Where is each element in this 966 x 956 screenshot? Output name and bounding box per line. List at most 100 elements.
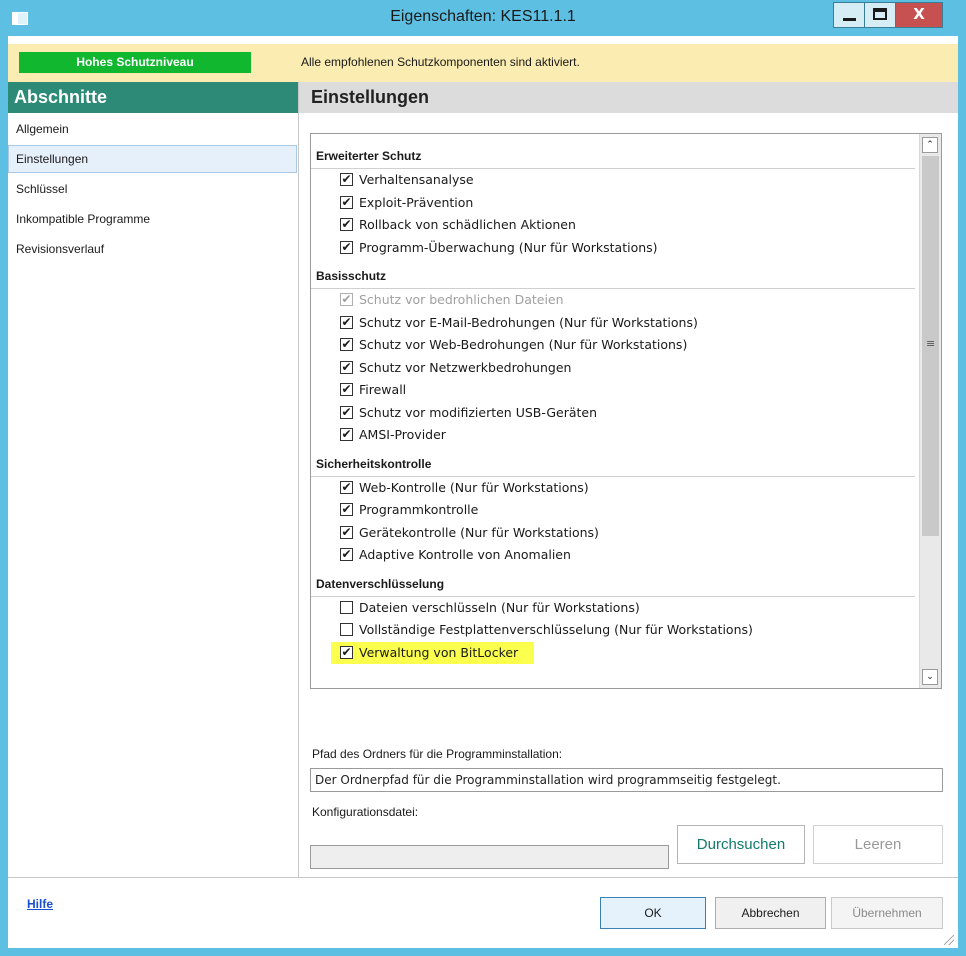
install-path-label: Pfad des Ordners für die Programminstall… xyxy=(312,747,563,761)
checkbox[interactable]: ✔ xyxy=(340,218,353,231)
checkmark-icon: ✔ xyxy=(341,217,352,231)
checkbox[interactable]: ✔ xyxy=(340,524,353,539)
maximize-button[interactable] xyxy=(864,2,896,28)
component-option[interactable]: ✔ Verwaltung von BitLocker xyxy=(311,641,941,665)
checkbox[interactable]: ✔ xyxy=(340,314,353,329)
checkbox[interactable]: ✔ xyxy=(340,383,353,396)
scroll-down-button[interactable]: ⌄ xyxy=(922,669,938,685)
sidebar-item[interactable]: Einstellungen xyxy=(8,145,297,173)
section-heading: Datenverschlüsselung xyxy=(311,572,915,597)
option-label: Verwaltung von BitLocker xyxy=(359,644,519,660)
chevron-up-icon: ⌃ xyxy=(926,140,934,150)
checkbox[interactable] xyxy=(340,600,353,614)
close-icon: X xyxy=(913,5,925,23)
components-options: Erweiterter Schutz ✔ Verhaltensanalyse ✔ Exp… xyxy=(311,144,941,664)
section-heading: Basisschutz xyxy=(311,264,915,289)
component-option[interactable]: ✔ Gerätekontrolle (Nur für Workstations) xyxy=(311,522,941,545)
checkmark-icon: ✔ xyxy=(341,314,352,329)
config-file-label: Konfigurationsdatei: xyxy=(312,805,419,819)
component-option[interactable]: ✔ Adaptive Kontrolle von Anomalien xyxy=(311,544,941,567)
checkbox[interactable]: ✔ xyxy=(340,548,353,561)
checkbox[interactable] xyxy=(340,623,353,636)
scroll-up-button[interactable]: ⌃ xyxy=(922,137,938,153)
option-label: Vollständige Festplattenverschlüsselung … xyxy=(359,622,753,637)
sidebar-item[interactable]: Inkompatible Programme xyxy=(8,205,298,233)
install-path-field[interactable]: Der Ordnerpfad für die Programminstallat… xyxy=(310,768,943,792)
checkmark-icon: ✔ xyxy=(341,292,352,306)
component-option[interactable]: ✔ Verhaltensanalyse xyxy=(311,169,941,192)
cancel-button[interactable]: Abbrechen xyxy=(715,897,826,929)
component-option[interactable]: ✔ Exploit-Prävention xyxy=(311,192,941,215)
option-label: Web-Kontrolle (Nur für Workstations) xyxy=(359,479,589,495)
option-label: Schutz vor modifizierten USB-Geräten xyxy=(359,404,598,420)
sidebar-item[interactable]: Revisionsverlauf xyxy=(8,235,298,263)
sidebar-item[interactable]: Allgemein xyxy=(8,115,298,143)
protection-status-message: Alle empfohlenen Schutzkomponenten sind … xyxy=(301,55,580,69)
window-title: Eigenschaften: KES11.1.1 xyxy=(390,8,576,25)
settings-heading: Einstellungen xyxy=(299,82,958,113)
checkbox[interactable]: ✔ xyxy=(340,240,353,254)
checkbox[interactable]: ✔ xyxy=(340,503,353,516)
option-label: Rollback von schädlichen Aktionen xyxy=(359,217,576,232)
checkmark-icon: ✔ xyxy=(341,502,352,516)
checkbox[interactable]: ✔ xyxy=(340,644,353,659)
option-label: Firewall xyxy=(359,382,407,397)
scrollbar-thumb[interactable]: ≡ xyxy=(922,156,939,536)
checkmark-icon: ✔ xyxy=(341,644,352,659)
checkbox[interactable]: ✔ xyxy=(340,428,353,441)
component-option[interactable]: ✔ Programmkontrolle xyxy=(311,499,941,522)
config-file-field[interactable] xyxy=(310,845,669,869)
dialog-client: Hohes Schutzniveau Alle empfohlenen Schu… xyxy=(8,36,958,948)
checkbox[interactable]: ✔ xyxy=(340,338,353,351)
component-option[interactable]: ✔ Schutz vor Netzwerkbedrohungen xyxy=(311,357,941,380)
checkbox[interactable]: ✔ xyxy=(340,404,353,419)
sections-sidebar: Abschnitte Allgemein Einstellungen Schlüss… xyxy=(8,82,299,877)
option-label: Exploit-Prävention xyxy=(359,194,474,210)
components-listbox[interactable]: Erweiterter Schutz ✔ Verhaltensanalyse ✔ Exp… xyxy=(310,133,942,689)
close-button[interactable]: X xyxy=(895,2,943,28)
checkmark-icon: ✔ xyxy=(341,172,352,186)
dialog-footer: Hilfe OK Abbrechen Übernehmen xyxy=(8,877,958,949)
protection-status-banner: Hohes Schutzniveau Alle empfohlenen Schu… xyxy=(8,44,958,82)
component-option[interactable]: ✔ Schutz vor bedrohlichen Dateien xyxy=(311,289,941,312)
checkbox[interactable]: ✔ xyxy=(340,359,353,374)
resize-grip-icon[interactable] xyxy=(944,935,954,945)
ok-button[interactable]: OK xyxy=(600,897,706,929)
checkbox[interactable]: ✔ xyxy=(340,480,353,494)
option-label: AMSI-Provider xyxy=(359,427,446,442)
option-label: Verhaltensanalyse xyxy=(359,172,474,187)
component-option[interactable]: ✔ AMSI-Provider xyxy=(311,424,941,447)
component-option[interactable]: ✔ Schutz vor Web-Bedrohungen (Nur für Wor… xyxy=(311,334,941,357)
sidebar-item[interactable]: Schlüssel xyxy=(8,175,298,203)
component-option[interactable]: ✔ Schutz vor modifizierten USB-Geräten xyxy=(311,402,941,425)
component-option[interactable]: ✔ Web-Kontrolle (Nur für Workstations) xyxy=(311,477,941,500)
help-link[interactable]: Hilfe xyxy=(27,897,53,911)
option-label: Programmkontrolle xyxy=(359,502,479,517)
checkbox[interactable]: ✔ xyxy=(340,293,353,306)
properties-window: Eigenschaften: KES11.1.1 X Hohes Schutzn… xyxy=(0,0,966,956)
vertical-scrollbar[interactable]: ⌃ ≡ ⌄ xyxy=(919,134,941,688)
checkmark-icon: ✔ xyxy=(341,524,352,539)
component-option[interactable]: ✔ Firewall xyxy=(311,379,941,402)
option-label: Schutz vor E-Mail-Bedrohungen (Nur für W… xyxy=(359,314,698,330)
component-option[interactable]: ✔ Programm-Überwachung (Nur für Workstati… xyxy=(311,237,941,260)
option-label: Programm-Überwachung (Nur für Workstatio… xyxy=(359,239,658,255)
sidebar-heading: Abschnitte xyxy=(8,82,298,113)
checkmark-icon: ✔ xyxy=(341,359,352,374)
sidebar-nav-list: Allgemein Einstellungen Schlüssel Inkompati… xyxy=(8,115,298,263)
checkmark-icon: ✔ xyxy=(341,427,352,441)
checkbox[interactable]: ✔ xyxy=(340,173,353,186)
apply-button[interactable]: Übernehmen xyxy=(831,897,943,929)
protection-level-badge: Hohes Schutzniveau xyxy=(19,52,251,73)
title-bar[interactable]: Eigenschaften: KES11.1.1 X xyxy=(0,0,966,36)
minimize-button[interactable] xyxy=(833,2,865,28)
clear-button[interactable]: Leeren xyxy=(813,825,943,864)
component-option[interactable]: ✔ Schutz vor E-Mail-Bedrohungen (Nur für … xyxy=(311,312,941,335)
browse-button[interactable]: Durchsuchen xyxy=(677,825,805,864)
grip-icon: ≡ xyxy=(926,337,936,350)
component-option[interactable]: Dateien verschlüsseln (Nur für Workstati… xyxy=(311,597,941,620)
component-option[interactable]: ✔ Rollback von schädlichen Aktionen xyxy=(311,214,941,237)
component-option[interactable]: Vollständige Festplattenverschlüsselung … xyxy=(311,619,941,642)
checkbox[interactable]: ✔ xyxy=(340,195,353,209)
checkmark-icon: ✔ xyxy=(341,404,352,419)
